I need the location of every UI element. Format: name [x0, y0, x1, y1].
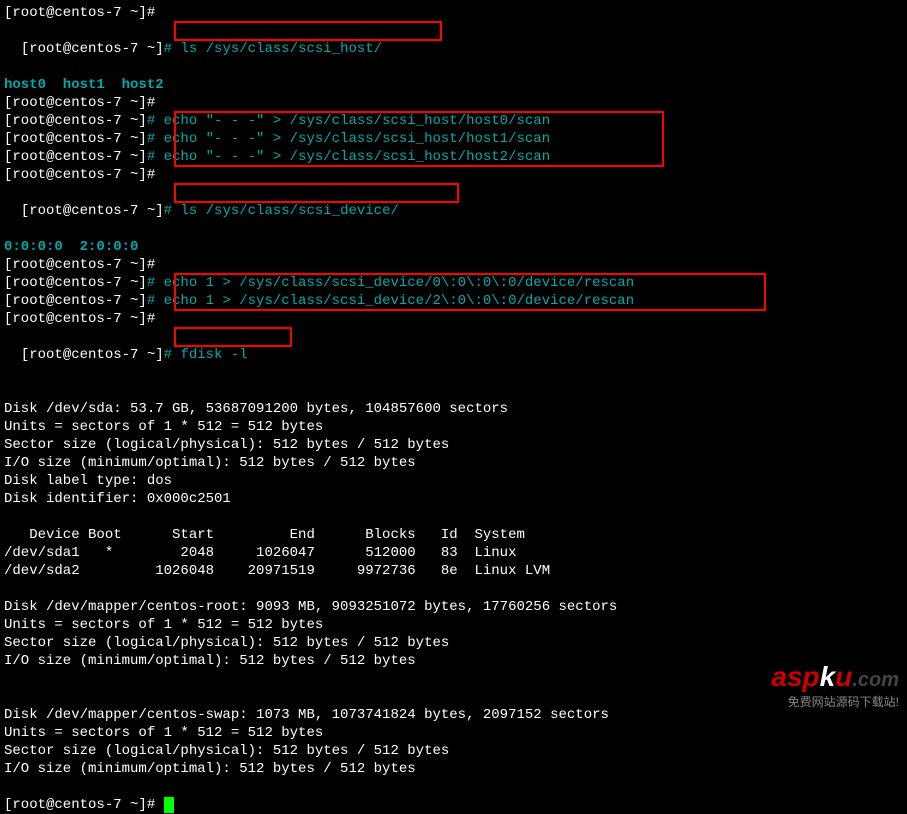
cmd-echo-host2: # echo "- - -" > /sys/class/scsi_host/ho…: [147, 149, 550, 165]
cmd-fdisk: # fdisk -l: [164, 347, 248, 363]
fdisk-iosize: I/O size (minimum/optimal): 512 bytes / …: [4, 454, 903, 472]
highlight-box: [174, 21, 442, 41]
cmd-rescan-2: # echo 1 > /sys/class/scsi_device/2\:0\:…: [147, 293, 634, 309]
cursor: [164, 797, 174, 813]
fdisk-iosize: I/O size (minimum/optimal): 512 bytes / …: [4, 760, 903, 778]
cmd-ls-scsi-device-wrap: [root@centos-7 ~]# ls /sys/class/scsi_de…: [4, 184, 399, 238]
fdisk-sector: Sector size (logical/physical): 512 byte…: [4, 742, 903, 760]
fdisk-table-header: Device Boot Start End Blocks Id System: [4, 526, 903, 544]
watermark-tagline: 免费网站源码下载站!: [771, 693, 899, 710]
cmd-ls-scsi-host-wrap: [root@centos-7 ~]# ls /sys/class/scsi_ho…: [4, 22, 382, 76]
prompt: [root@centos-7 ~]: [4, 131, 147, 147]
echo-hosts-block: [root@centos-7 ~]# echo "- - -" > /sys/c…: [4, 112, 550, 166]
fdisk-disk-sda: Disk /dev/sda: 53.7 GB, 53687091200 byte…: [4, 400, 903, 418]
output-scsi-hosts: host0 host1 host2: [4, 76, 903, 94]
cmd-fdisk-wrap: [root@centos-7 ~]# fdisk -l: [4, 328, 248, 382]
cmd-echo-host1: # echo "- - -" > /sys/class/scsi_host/ho…: [147, 131, 550, 147]
blank: [4, 670, 903, 688]
fdisk-disk-centos-swap: Disk /dev/mapper/centos-swap: 1073 MB, 1…: [4, 706, 903, 724]
prompt-line: [root@centos-7 ~]#: [4, 310, 903, 328]
terminal[interactable]: [root@centos-7 ~]# [root@centos-7 ~]# ls…: [4, 4, 903, 814]
prompt: [root@centos-7 ~]: [21, 41, 164, 57]
blank: [4, 508, 903, 526]
fdisk-label: Disk label type: dos: [4, 472, 903, 490]
cmd-ls-scsi-device: # ls /sys/class/scsi_device/: [164, 203, 399, 219]
watermark: aspku.com 免费网站源码下载站!: [771, 661, 899, 710]
prompt-line: [root@centos-7 ~]#: [4, 94, 903, 112]
prompt-line: [root@centos-7 ~]#: [4, 4, 903, 22]
fdisk-units: Units = sectors of 1 * 512 = 512 bytes: [4, 724, 903, 742]
fdisk-units: Units = sectors of 1 * 512 = 512 bytes: [4, 616, 903, 634]
cmd-echo-host0: # echo "- - -" > /sys/class/scsi_host/ho…: [147, 113, 550, 129]
blank: [4, 688, 903, 706]
prompt: [root@centos-7 ~]: [4, 113, 147, 129]
prompt-line: [root@centos-7 ~]#: [4, 166, 903, 184]
prompt: [root@centos-7 ~]: [21, 347, 164, 363]
fdisk-table-row: /dev/sda2 1026048 20971519 9972736 8e Li…: [4, 562, 903, 580]
prompt: [root@centos-7 ~]: [21, 203, 164, 219]
cmd-rescan-0: # echo 1 > /sys/class/scsi_device/0\:0\:…: [147, 275, 634, 291]
blank: [4, 580, 903, 598]
blank: [4, 778, 903, 796]
fdisk-ident: Disk identifier: 0x000c2501: [4, 490, 903, 508]
highlight-box: [174, 327, 292, 347]
echo-rescan-block: [root@centos-7 ~]# echo 1 > /sys/class/s…: [4, 274, 634, 310]
prompt-line: [root@centos-7 ~]#: [4, 256, 903, 274]
watermark-brand: aspku.com: [771, 661, 899, 693]
highlight-box: [174, 183, 459, 203]
prompt: [root@centos-7 ~]: [4, 149, 147, 165]
fdisk-sector: Sector size (logical/physical): 512 byte…: [4, 436, 903, 454]
fdisk-iosize: I/O size (minimum/optimal): 512 bytes / …: [4, 652, 903, 670]
output-scsi-devices: 0:0:0:0 2:0:0:0: [4, 238, 903, 256]
cmd-ls-scsi-host: # ls /sys/class/scsi_host/: [164, 41, 382, 57]
active-prompt[interactable]: [root@centos-7 ~]#: [4, 796, 903, 814]
fdisk-sector: Sector size (logical/physical): 512 byte…: [4, 634, 903, 652]
fdisk-disk-centos-root: Disk /dev/mapper/centos-root: 9093 MB, 9…: [4, 598, 903, 616]
fdisk-table-row: /dev/sda1 * 2048 1026047 512000 83 Linux: [4, 544, 903, 562]
prompt: [root@centos-7 ~]: [4, 275, 147, 291]
blank: [4, 382, 903, 400]
fdisk-units: Units = sectors of 1 * 512 = 512 bytes: [4, 418, 903, 436]
prompt: [root@centos-7 ~]: [4, 293, 147, 309]
